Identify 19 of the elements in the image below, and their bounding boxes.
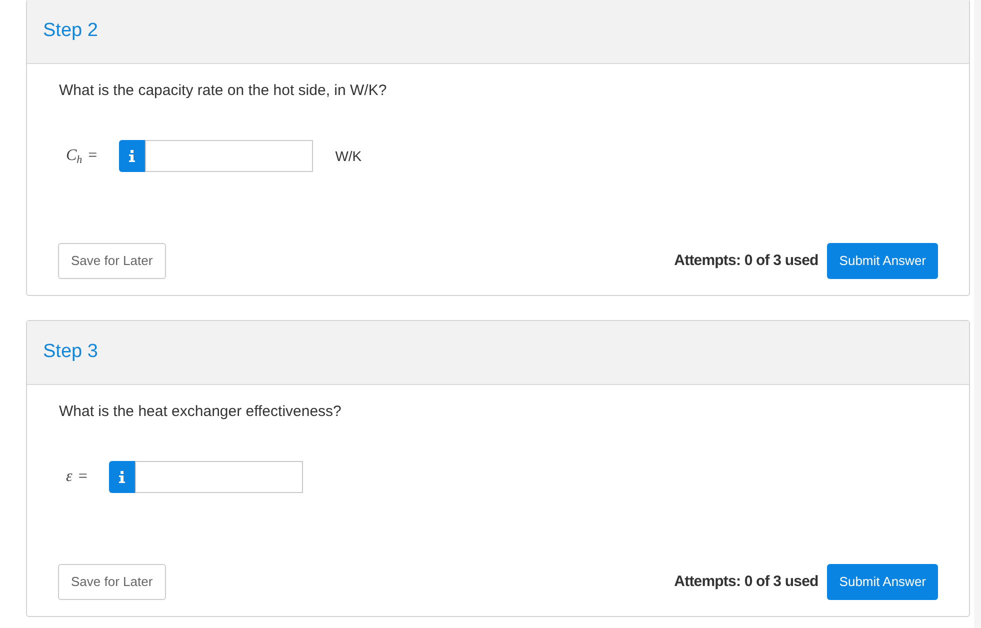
attempts-text: Attempts: 0 of 3 used <box>674 250 818 271</box>
info-icon <box>119 471 126 483</box>
question-text: What is the heat exchanger effectiveness? <box>58 402 342 422</box>
question-text: What is the capacity rate on the hot side, in W/K? <box>58 81 388 101</box>
step-title: Step 2 <box>43 19 98 44</box>
answer-field[interactable] <box>135 461 304 493</box>
answer-field[interactable] <box>145 140 314 172</box>
save-for-later-button[interactable]: Save for Later <box>58 564 166 600</box>
unit-label: W/K <box>335 146 362 166</box>
step-title: Step 3 <box>43 340 98 364</box>
submit-answer-button[interactable]: Submit Answer <box>827 564 938 600</box>
info-icon <box>129 150 136 162</box>
save-for-later-button[interactable]: Save for Later <box>58 243 166 279</box>
equation-label: ε = <box>66 467 88 487</box>
info-button[interactable] <box>109 461 136 493</box>
info-button[interactable] <box>119 140 146 172</box>
equation-label: C$_{h}$ = <box>66 146 98 168</box>
attempts-text: Attempts: 0 of 3 used <box>674 572 818 592</box>
submit-answer-button[interactable]: Submit Answer <box>827 243 938 279</box>
